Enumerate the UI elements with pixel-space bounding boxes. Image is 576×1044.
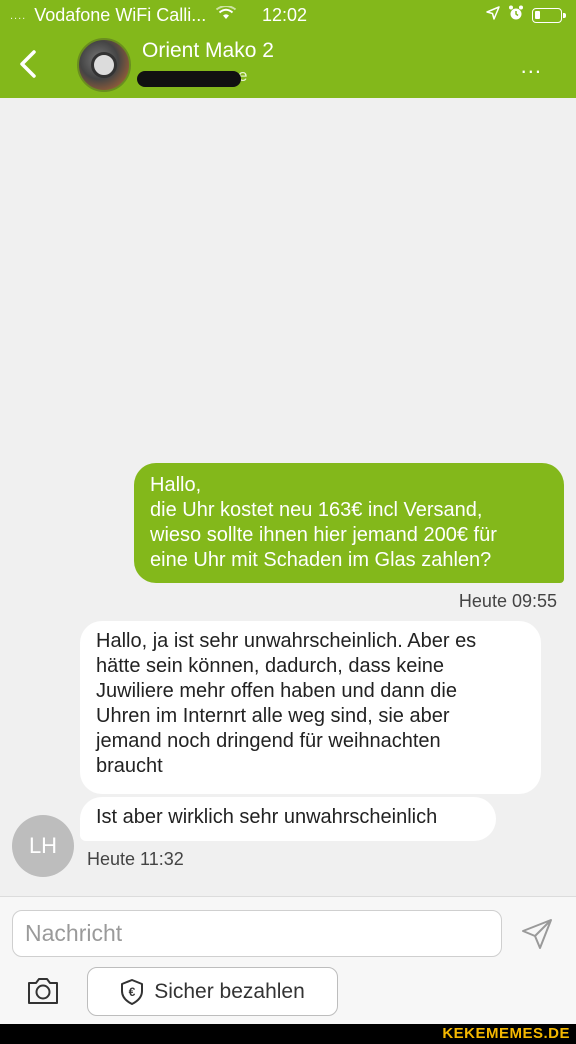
camera-icon[interactable] — [26, 975, 60, 1007]
sender-avatar[interactable]: LH — [12, 815, 74, 877]
message-line: jemand noch dringend für weihnachten — [96, 730, 441, 752]
incoming-message[interactable]: Hallo, ja ist sehr unwahrscheinlich. Abe… — [80, 621, 541, 794]
message-line: Uhren im Internrt alle weg sind, sie abe… — [96, 705, 450, 727]
status-icons — [486, 5, 566, 25]
send-icon[interactable] — [520, 917, 554, 951]
status-time: 12:02 — [262, 5, 308, 25]
battery-level — [535, 10, 541, 19]
incoming-message[interactable]: Ist aber wirklich sehr unwahrscheinlich — [80, 797, 496, 841]
secure-pay-button[interactable]: € Sicher bezahlen — [87, 967, 338, 1016]
message-composer: € Sicher bezahlen — [0, 896, 576, 1024]
secure-pay-label: Sicher bezahlen — [154, 979, 305, 1003]
back-button[interactable] — [12, 46, 46, 82]
watch-photo-icon — [91, 52, 117, 78]
message-line: braucht — [96, 755, 163, 777]
chat-header: .... Vodafone WiFi Calli... 12:02 Orient… — [0, 0, 576, 98]
carrier-info: .... Vodafone WiFi Calli... — [10, 5, 237, 26]
carrier-name: Vodafone WiFi Calli... — [34, 5, 207, 25]
outgoing-message[interactable]: Hallo, die Uhr kostet neu 163€ incl Vers… — [134, 463, 564, 583]
outgoing-timestamp: Heute 09:55 — [458, 591, 557, 611]
battery-icon — [532, 7, 566, 23]
message-line: Juwiliere mehr offen haben und dann die — [96, 680, 457, 702]
location-arrow-icon — [486, 6, 500, 24]
message-input[interactable] — [12, 910, 502, 957]
wifi-icon — [216, 5, 237, 25]
status-bar: .... Vodafone WiFi Calli... 12:02 — [0, 0, 576, 30]
watermark: KEKEMEMES.DE — [442, 1025, 570, 1042]
alarm-icon — [508, 5, 524, 25]
signal-dots: .... — [10, 9, 27, 22]
svg-text:€: € — [129, 985, 136, 999]
incoming-timestamp: Heute 11:32 — [87, 849, 184, 869]
message-line: Hallo, ja ist sehr unwahrscheinlich. Abe… — [96, 630, 477, 652]
message-line: eine Uhr mit Schaden im Glas zahlen? — [150, 549, 492, 571]
message-line: Hallo, — [150, 474, 202, 496]
more-options-button[interactable]: ... — [521, 53, 542, 79]
contact-avatar[interactable] — [77, 38, 131, 92]
contact-name[interactable]: Orient Mako 2 — [142, 39, 274, 63]
shield-euro-icon: € — [120, 978, 144, 1005]
message-line: wieso sollte ihnen hier jemand 200€ für — [150, 524, 497, 546]
message-line: die Uhr kostet neu 163€ incl Versand, — [150, 499, 483, 521]
redaction-bar — [137, 71, 241, 87]
message-line: hätte sein können, dadurch, dass keine — [96, 655, 445, 677]
message-line: Ist aber wirklich sehr unwahrscheinlich — [96, 806, 438, 828]
